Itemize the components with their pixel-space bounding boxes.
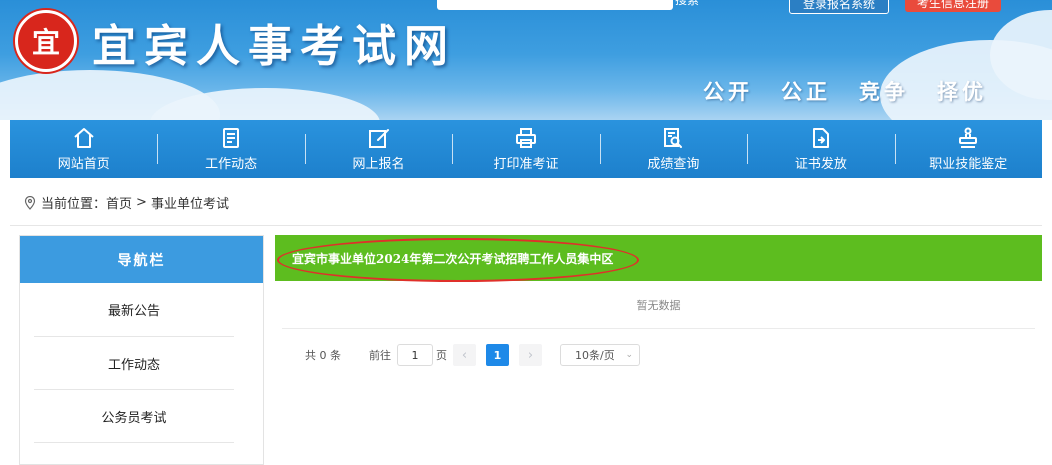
breadcrumb-current: 事业单位考试	[150, 197, 229, 212]
sidebar-item-latest-notice[interactable]: 最新公告	[34, 283, 234, 337]
slogan-fair: 公正	[781, 80, 831, 104]
document-icon	[219, 126, 243, 150]
search-document-icon	[661, 126, 685, 150]
nav-print-admission[interactable]: 打印准考证	[452, 120, 599, 178]
pagination-prev-button[interactable]: ‹	[453, 344, 476, 366]
slogan-merit: 择优	[937, 80, 987, 104]
breadcrumb-home-link[interactable]: 首页	[106, 193, 132, 212]
empty-data-text: 暂无数据	[282, 292, 1035, 329]
nav-home[interactable]: 网站首页	[10, 120, 157, 178]
login-system-button[interactable]: 登录报名系统	[789, 0, 889, 14]
pagination: 共 0 条 前往 页 ‹ 1 › 10条/页 ⌄	[305, 344, 640, 366]
register-button[interactable]: 考生信息注册	[905, 0, 1001, 12]
pagination-total: 共 0 条	[305, 349, 341, 362]
pagination-goto-label: 前往	[369, 349, 391, 362]
nav-label: 工作动态	[205, 157, 258, 172]
page-size-select[interactable]: 10条/页 ⌄	[560, 344, 640, 366]
site-logo[interactable]: 宜	[15, 10, 77, 72]
nav-score-query[interactable]: 成绩查询	[599, 120, 747, 178]
search-input[interactable]	[437, 0, 673, 10]
nav-label: 成绩查询	[647, 157, 700, 172]
location-pin-icon	[24, 195, 36, 210]
chevron-down-icon: ⌄	[625, 350, 633, 360]
slogan-compete: 竞争	[859, 80, 909, 104]
nav-work-news[interactable]: 工作动态	[157, 120, 304, 178]
breadcrumb-divider	[10, 225, 1042, 226]
sidebar-item-civil-servant-exam[interactable]: 公务员考试	[34, 390, 234, 443]
certificate-icon	[809, 126, 833, 150]
search-button[interactable]: 搜索	[675, 0, 699, 8]
printer-icon	[514, 126, 538, 150]
breadcrumb-prefix: 当前位置：	[41, 197, 107, 212]
edit-icon	[367, 126, 391, 150]
nav-online-registration[interactable]: 网上报名	[304, 120, 452, 178]
sidebar-item-work-news[interactable]: 工作动态	[34, 337, 234, 390]
site-title: 宜宾人事考试网	[92, 21, 456, 72]
header-banner: 宜 宜宾人事考试网 搜索 登录报名系统 考生信息注册 公开 公正 竞争 择优	[0, 0, 1052, 120]
pagination-next-button[interactable]: ›	[519, 344, 542, 366]
stamp-icon	[956, 126, 980, 150]
exam-zone-title-text: 宜宾市事业单位2024年第二次公开考试招聘工作人员集中区	[292, 251, 614, 266]
nav-skill-appraisal[interactable]: 职业技能鉴定	[894, 120, 1042, 178]
pagination-goto-input[interactable]	[397, 344, 433, 366]
page-size-value: 10条/页	[575, 349, 615, 362]
breadcrumb-separator: >	[136, 195, 147, 210]
breadcrumb: 当前位置： 首页 > 事业单位考试	[24, 193, 229, 212]
exam-zone-title[interactable]: 宜宾市事业单位2024年第二次公开考试招聘工作人员集中区	[275, 235, 1042, 281]
nav-certificate[interactable]: 证书发放	[747, 120, 894, 178]
pagination-page-button[interactable]: 1	[486, 344, 509, 366]
home-icon	[72, 126, 96, 150]
sidebar-nav: 导航栏 最新公告 工作动态 公务员考试	[19, 235, 264, 465]
chevron-left-icon: ‹	[461, 347, 468, 363]
nav-label: 证书发放	[794, 157, 847, 172]
nav-label: 职业技能鉴定	[929, 157, 1008, 172]
main-nav: 网站首页 工作动态 网上报名 打印准考证 成绩查询 证书发放 职业技能鉴定	[10, 120, 1042, 178]
nav-label: 网上报名	[352, 157, 405, 172]
chevron-right-icon: ›	[527, 347, 534, 363]
slogan-open: 公开	[703, 80, 753, 104]
nav-label: 网站首页	[57, 157, 110, 172]
pagination-page-label: 页	[436, 349, 447, 362]
sidebar-title: 导航栏	[20, 236, 263, 283]
nav-label: 打印准考证	[493, 157, 559, 172]
